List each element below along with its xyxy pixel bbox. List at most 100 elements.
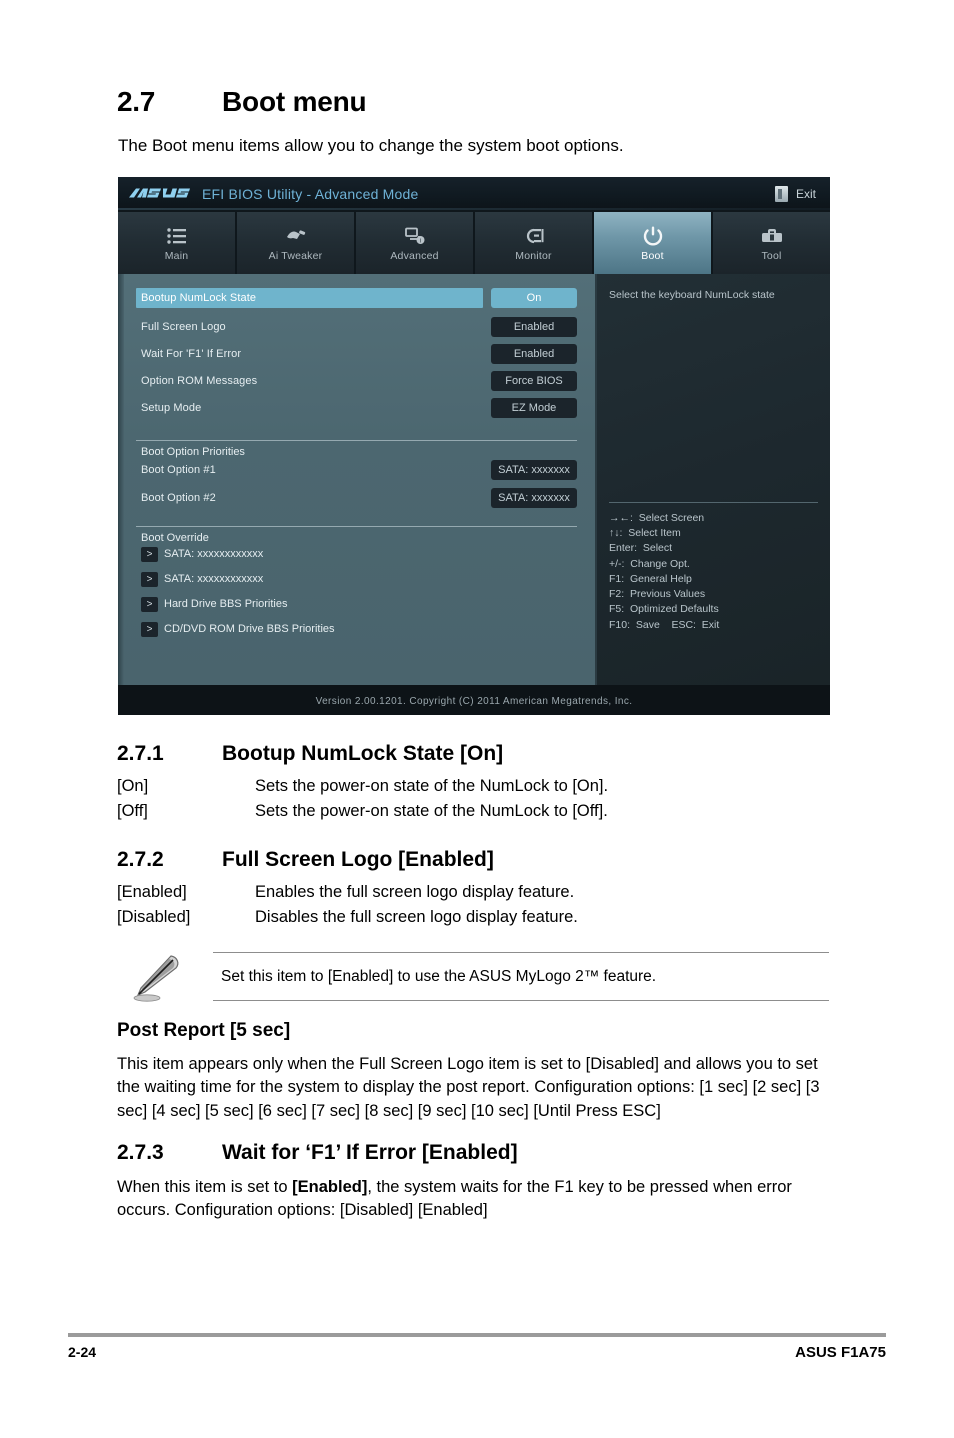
group-title-boot-option-priorities: Boot Option Priorities bbox=[141, 446, 245, 458]
exit-label: Exit bbox=[795, 186, 816, 201]
tab-boot[interactable]: Boot bbox=[594, 212, 711, 274]
setting-row-setup-mode[interactable]: Setup Mode EZ Mode bbox=[136, 398, 577, 418]
tab-tool[interactable]: Tool bbox=[713, 212, 830, 274]
bios-title-label: EFI BIOS Utility - Advanced Mode bbox=[202, 185, 419, 202]
tweaker-icon bbox=[284, 225, 308, 247]
legend-line: ↑↓: Select Item bbox=[609, 527, 681, 540]
help-text: Select the keyboard NumLock state bbox=[609, 289, 775, 301]
legend-line: F10: Save ESC: Exit bbox=[609, 618, 720, 631]
boot-override-label: CD/DVD ROM Drive BBS Priorities bbox=[164, 623, 335, 635]
legend-line: +/-: Change Opt. bbox=[609, 557, 690, 570]
bios-settings-panel: Bootup NumLock State On Full Screen Logo… bbox=[118, 274, 597, 685]
boot-override-item-sata-2[interactable]: > SATA: xxxxxxxxxxxx bbox=[136, 571, 577, 587]
setting-label: Option ROM Messages bbox=[141, 375, 258, 387]
definition-key: [On] bbox=[117, 777, 149, 795]
chevron-right-icon: > bbox=[141, 546, 158, 562]
page-title: 2.7 Boot menu bbox=[117, 86, 367, 118]
definition-value: Enables the full screen logo display fea… bbox=[255, 883, 575, 901]
note-text: Set this item to [Enabled] to use the AS… bbox=[221, 967, 657, 985]
bios-version-text: Version 2.00.1201. Copyright (C) 2011 Am… bbox=[315, 695, 633, 707]
list-icon bbox=[165, 225, 189, 247]
tab-label: Boot bbox=[641, 249, 664, 262]
setting-label: Wait For 'F1' If Error bbox=[141, 348, 242, 360]
paragraph-text-pre: When this item is set to bbox=[117, 1178, 293, 1196]
setting-row-wait-for-f1-if-error[interactable]: Wait For 'F1' If Error Enabled bbox=[136, 344, 577, 364]
intro-paragraph: The Boot menu items allow you to change … bbox=[118, 136, 624, 155]
tab-label: Tool bbox=[761, 249, 782, 262]
tab-monitor[interactable]: Monitor bbox=[475, 212, 592, 274]
subsection-number: 2.7.1 bbox=[117, 742, 164, 765]
setting-value[interactable]: SATA: xxxxxxx bbox=[491, 460, 577, 480]
svg-text:i: i bbox=[419, 238, 420, 244]
heading-2-7-2: 2.7.2 Full Screen Logo [Enabled] bbox=[117, 848, 494, 872]
definition-value: Disables the full screen logo display fe… bbox=[255, 908, 578, 926]
document-page: 2.7 Boot menu The Boot menu items allow … bbox=[0, 0, 954, 1438]
power-icon bbox=[641, 225, 665, 247]
tab-main[interactable]: Main bbox=[118, 212, 235, 274]
definition-row: [Off] Sets the power-on state of the Num… bbox=[117, 802, 608, 821]
setting-row-boot-option-2[interactable]: Boot Option #2 SATA: xxxxxxx bbox=[136, 488, 577, 508]
definition-row: [Disabled] Disables the full screen logo… bbox=[117, 908, 578, 927]
setting-row-option-rom-messages[interactable]: Option ROM Messages Force BIOS bbox=[136, 371, 577, 391]
setting-row-bootup-numlock-state[interactable]: Bootup NumLock State On bbox=[136, 288, 577, 308]
boot-override-item-hard-drive-bbs[interactable]: > Hard Drive BBS Priorities bbox=[136, 596, 577, 612]
pencil-note-icon bbox=[133, 955, 179, 1002]
definition-list-2-7-2: [Enabled] Enables the full screen logo d… bbox=[117, 883, 578, 933]
definition-row: [Enabled] Enables the full screen logo d… bbox=[117, 883, 578, 902]
advanced-icon: i bbox=[403, 225, 427, 247]
tab-advanced[interactable]: i Advanced bbox=[356, 212, 473, 274]
definition-key: [Disabled] bbox=[117, 908, 191, 926]
footer-model-name: ASUS F1A75 bbox=[795, 1344, 886, 1361]
footer-divider bbox=[68, 1333, 886, 1337]
bios-footer: Version 2.00.1201. Copyright (C) 2011 Am… bbox=[118, 685, 830, 715]
bios-screenshot: EFI BIOS Utility - Advanced Mode Exit Ma… bbox=[118, 177, 830, 715]
setting-value[interactable]: Enabled bbox=[491, 344, 577, 364]
tab-label: Ai Tweaker bbox=[268, 249, 323, 262]
divider bbox=[136, 526, 577, 527]
section-number: 2.7 bbox=[117, 86, 156, 117]
boot-override-item-cddvd-bbs[interactable]: > CD/DVD ROM Drive BBS Priorities bbox=[136, 621, 577, 637]
subsection-number: 2.7.2 bbox=[117, 848, 164, 871]
legend-line: F1: General Help bbox=[609, 572, 692, 585]
definition-key: [Enabled] bbox=[117, 883, 187, 901]
heading-2-7-1: 2.7.1 Bootup NumLock State [On] bbox=[117, 742, 503, 766]
exit-button[interactable]: Exit bbox=[774, 185, 816, 202]
setting-label: Bootup NumLock State bbox=[136, 288, 483, 308]
tab-ai-tweaker[interactable]: Ai Tweaker bbox=[237, 212, 354, 274]
setting-value[interactable]: Enabled bbox=[491, 317, 577, 337]
setting-value[interactable]: SATA: xxxxxxx bbox=[491, 488, 577, 508]
setting-row-boot-option-1[interactable]: Boot Option #1 SATA: xxxxxxx bbox=[136, 460, 577, 480]
setting-value[interactable]: Force BIOS bbox=[491, 371, 577, 391]
bios-help-panel: Select the keyboard NumLock state →←: Se… bbox=[597, 274, 830, 685]
setting-label: Setup Mode bbox=[141, 402, 202, 414]
chevron-right-icon: > bbox=[141, 596, 158, 612]
subsection-number: 2.7.3 bbox=[117, 1141, 164, 1164]
chevron-right-icon: > bbox=[141, 571, 158, 587]
bios-tabbar: Main Ai Tweaker i Advanced Monitor Boot … bbox=[118, 210, 830, 274]
tab-label: Advanced bbox=[390, 249, 439, 262]
exit-icon bbox=[774, 185, 788, 202]
legend-line: F5: Optimized Defaults bbox=[609, 603, 719, 616]
section-title: Boot menu bbox=[222, 86, 367, 117]
tab-label: Main bbox=[164, 249, 189, 262]
setting-row-full-screen-logo[interactable]: Full Screen Logo Enabled bbox=[136, 317, 577, 337]
boot-override-item-sata-1[interactable]: > SATA: xxxxxxxxxxxx bbox=[136, 546, 577, 562]
setting-value[interactable]: On bbox=[491, 288, 577, 308]
legend-line: F2: Previous Values bbox=[609, 588, 706, 601]
note-box: Set this item to [Enabled] to use the AS… bbox=[117, 952, 829, 1002]
setting-label: Boot Option #1 bbox=[141, 464, 216, 476]
setting-label: Boot Option #2 bbox=[141, 492, 216, 504]
monitor-icon bbox=[522, 225, 546, 247]
bios-titlebar: EFI BIOS Utility - Advanced Mode Exit bbox=[118, 177, 830, 210]
setting-value[interactable]: EZ Mode bbox=[491, 398, 577, 418]
paragraph-post-report: This item appears only when the Full Scr… bbox=[117, 1055, 820, 1120]
heading-2-7-3: 2.7.3 Wait for ‘F1’ If Error [Enabled] bbox=[117, 1141, 518, 1165]
boot-override-label: SATA: xxxxxxxxxxxx bbox=[164, 573, 264, 585]
subsection-title: Full Screen Logo [Enabled] bbox=[222, 848, 494, 871]
legend-line: Enter: Select bbox=[609, 542, 673, 555]
footer-page-number: 2-24 bbox=[68, 1344, 97, 1360]
divider bbox=[136, 440, 577, 441]
asus-logo bbox=[129, 188, 190, 197]
heading-post-report: Post Report [5 sec] bbox=[117, 1020, 291, 1041]
definition-list-2-7-1: [On] Sets the power-on state of the NumL… bbox=[117, 777, 608, 827]
